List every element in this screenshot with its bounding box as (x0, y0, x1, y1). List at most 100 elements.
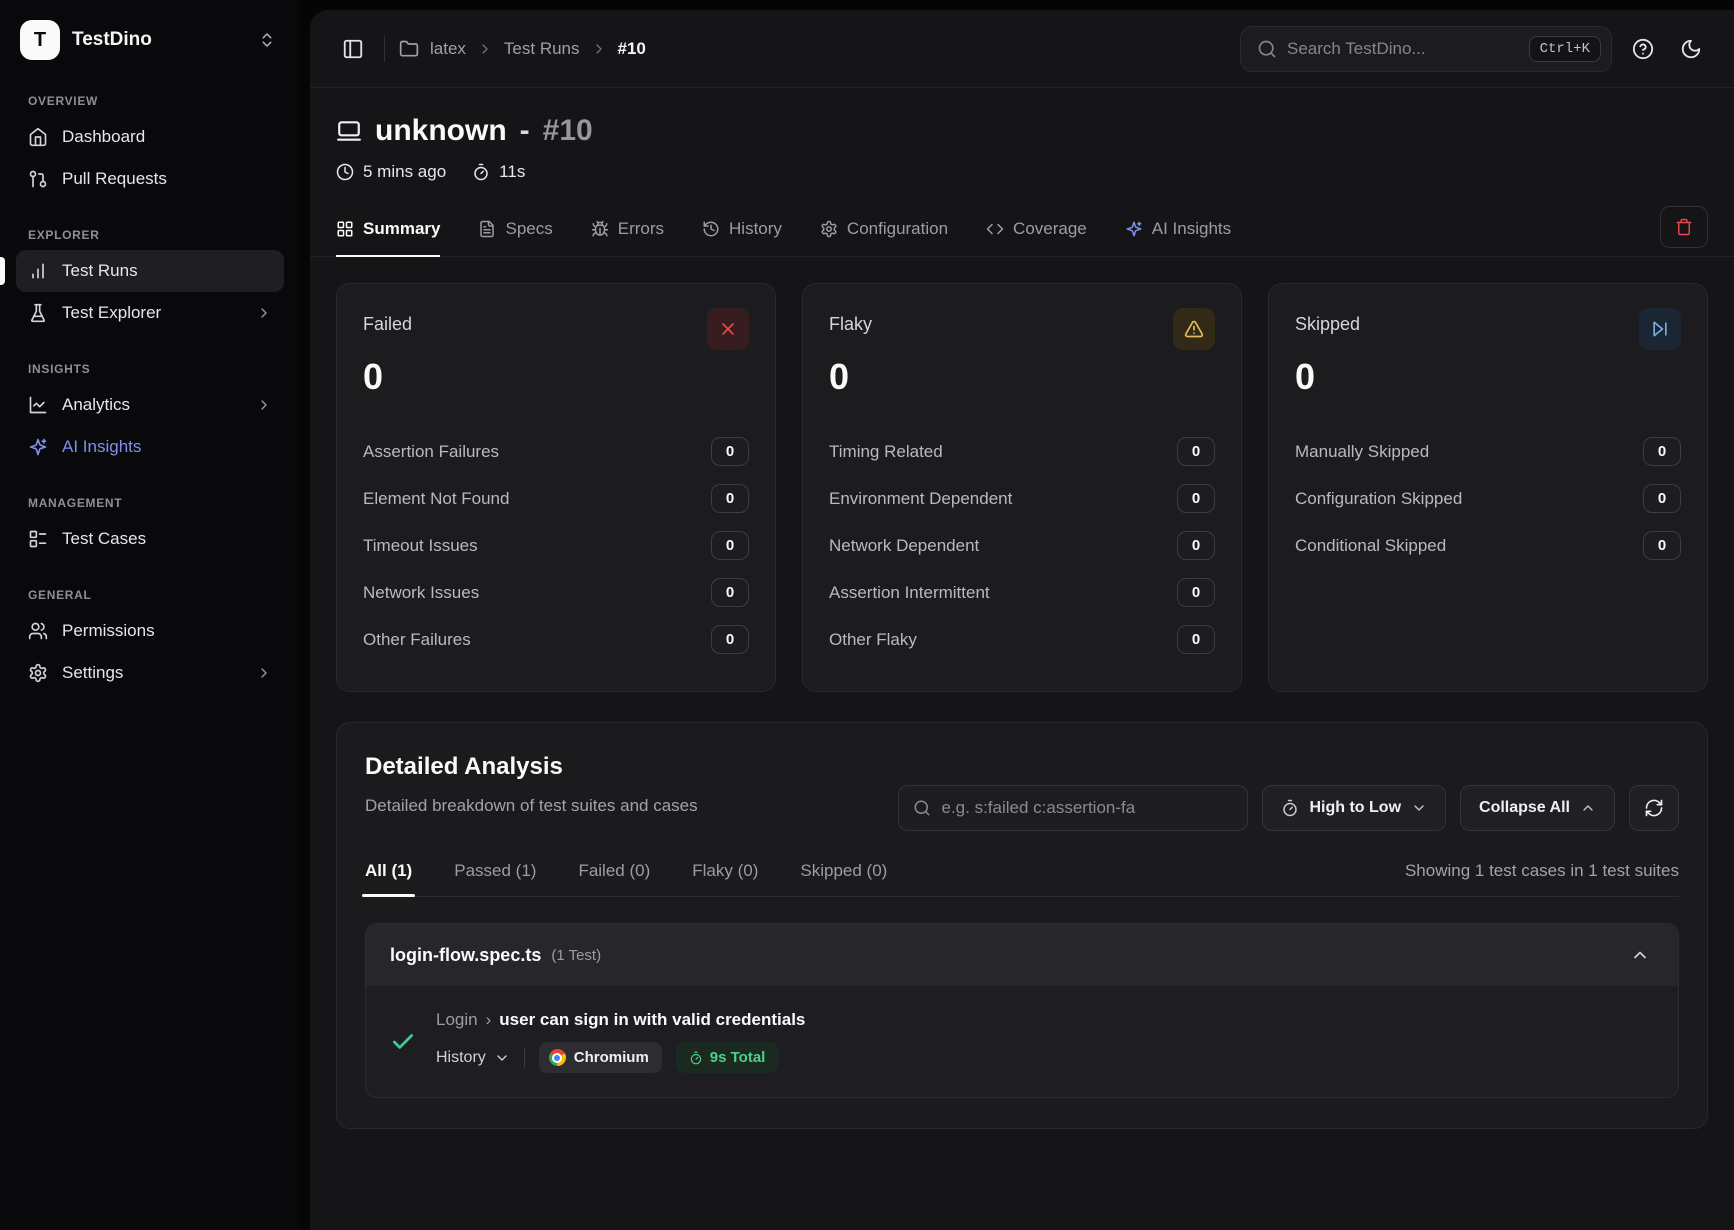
test-row[interactable]: Login › user can sign in with valid cred… (366, 986, 1678, 1097)
stat-row: Configuration Skipped0 (1295, 475, 1681, 522)
stat-row-label: Conditional Skipped (1295, 536, 1446, 556)
sidebar-item-dashboard[interactable]: Dashboard (16, 116, 284, 158)
test-separator: › (486, 1010, 492, 1030)
run-title: unknown - #10 (336, 114, 1708, 148)
sidebar-item-label: Dashboard (62, 127, 145, 147)
breadcrumb-project[interactable]: latex (430, 39, 466, 59)
filter-tab-passed[interactable]: Passed (1) (454, 861, 536, 896)
main-panel: latex Test Runs #10 Ctrl+K unknown (310, 10, 1734, 1230)
sidebar-item-settings[interactable]: Settings (16, 652, 284, 694)
run-tabs: Summary Specs Errors History Configurati… (310, 206, 1734, 257)
moon-icon (1680, 38, 1702, 60)
test-filter-search[interactable] (898, 785, 1248, 831)
sparkles-icon (1125, 220, 1143, 238)
chevron-up-icon (1630, 945, 1650, 965)
workspace-switcher[interactable]: T TestDino (16, 14, 284, 66)
sidebar-item-label: Test Explorer (62, 303, 161, 323)
tab-label: Errors (618, 219, 664, 239)
tab-history[interactable]: History (702, 219, 782, 257)
flaky-icon-box (1173, 308, 1215, 350)
chevrons-up-down-icon (258, 31, 276, 49)
filter-tab-failed[interactable]: Failed (0) (578, 861, 650, 896)
gear-icon (820, 220, 838, 238)
tab-label: Coverage (1013, 219, 1087, 239)
sidebar-item-label: Settings (62, 663, 123, 683)
tab-specs[interactable]: Specs (478, 219, 552, 257)
failed-icon-box (707, 308, 749, 350)
history-dropdown[interactable]: History (436, 1049, 510, 1067)
test-name: user can sign in with valid credentials (499, 1010, 805, 1030)
stat-row-label: Element Not Found (363, 489, 509, 509)
sort-order-label: High to Low (1309, 799, 1401, 817)
tab-errors[interactable]: Errors (591, 219, 664, 257)
stat-row-label: Environment Dependent (829, 489, 1012, 509)
global-search[interactable]: Ctrl+K (1240, 26, 1612, 72)
sidebar-item-test-explorer[interactable]: Test Explorer (16, 292, 284, 334)
stat-count: 0 (363, 356, 749, 398)
stat-row-label: Assertion Intermittent (829, 583, 990, 603)
run-name: unknown (375, 114, 507, 148)
detailed-analysis-heading: Detailed Analysis Detailed breakdown of … (365, 753, 698, 831)
tab-ai-insights[interactable]: AI Insights (1125, 219, 1231, 257)
stat-row: Environment Dependent0 (829, 475, 1215, 522)
stat-row-label: Timeout Issues (363, 536, 478, 556)
stat-row: Network Dependent0 (829, 522, 1215, 569)
stat-row: Assertion Failures0 (363, 428, 749, 475)
sidebar-item-permissions[interactable]: Permissions (16, 610, 284, 652)
result-filter-tabs: All (1) Passed (1) Failed (0) Flaky (0) … (365, 861, 887, 896)
sidebar-item-pull-requests[interactable]: Pull Requests (16, 158, 284, 200)
collapse-all-button[interactable]: Collapse All (1460, 785, 1615, 831)
tab-configuration[interactable]: Configuration (820, 219, 948, 257)
chevron-right-icon (256, 665, 272, 681)
sidebar-section-general: GENERAL (16, 588, 284, 602)
sidebar-toggle-button[interactable] (336, 32, 370, 66)
test-meta: History Chromium 9s Total (436, 1042, 805, 1073)
trash-icon (1675, 218, 1693, 236)
suite-header[interactable]: login-flow.spec.ts (1 Test) (366, 924, 1678, 986)
delete-run-button[interactable] (1660, 206, 1708, 248)
global-search-input[interactable] (1287, 39, 1519, 59)
stat-card-title: Flaky (829, 308, 872, 335)
chevron-up-icon (1580, 800, 1596, 816)
run-title-separator: - (520, 114, 530, 148)
duration-badge: 9s Total (676, 1042, 779, 1073)
stat-row-value: 0 (711, 531, 749, 560)
filter-tab-skipped[interactable]: Skipped (0) (800, 861, 887, 896)
theme-toggle-button[interactable] (1674, 32, 1708, 66)
test-group: Login (436, 1010, 478, 1030)
sidebar-item-analytics[interactable]: Analytics (16, 384, 284, 426)
grid-icon (336, 220, 354, 238)
sidebar-item-test-cases[interactable]: Test Cases (16, 518, 284, 560)
duration-label: 9s Total (710, 1049, 766, 1066)
filter-tab-flaky[interactable]: Flaky (0) (692, 861, 758, 896)
active-indicator (0, 257, 5, 285)
breadcrumb-section[interactable]: Test Runs (504, 39, 580, 59)
chevron-right-icon (591, 41, 607, 57)
sidebar-item-test-runs[interactable]: Test Runs (16, 250, 284, 292)
suite-card: login-flow.spec.ts (1 Test) Login › user… (365, 923, 1679, 1098)
warning-triangle-icon (1184, 319, 1204, 339)
bar-chart-icon (28, 261, 48, 281)
test-filter-input[interactable] (941, 798, 1233, 818)
sort-order-button[interactable]: High to Low (1262, 785, 1446, 831)
filter-tab-all[interactable]: All (1) (365, 861, 412, 896)
sidebar-item-ai-insights[interactable]: AI Insights (16, 426, 284, 468)
help-button[interactable] (1626, 32, 1660, 66)
refresh-button[interactable] (1629, 785, 1679, 831)
tab-coverage[interactable]: Coverage (986, 219, 1087, 257)
chromium-icon (549, 1049, 566, 1066)
stat-row-value: 0 (1643, 531, 1681, 560)
stat-row-label: Other Flaky (829, 630, 917, 650)
stat-row-label: Other Failures (363, 630, 471, 650)
line-chart-icon (28, 395, 48, 415)
stat-row: Conditional Skipped 0 (1295, 522, 1681, 569)
workspace-switcher-button[interactable] (254, 27, 280, 53)
tab-summary[interactable]: Summary (336, 219, 440, 257)
search-shortcut-kbd: Ctrl+K (1529, 36, 1601, 62)
timer-icon (1281, 799, 1299, 817)
suite-collapse-button[interactable] (1626, 941, 1654, 969)
sidebar-item-label: Permissions (62, 621, 155, 641)
test-details: Login › user can sign in with valid cred… (436, 1010, 805, 1073)
git-pull-request-icon (28, 169, 48, 189)
browser-badge[interactable]: Chromium (539, 1042, 662, 1073)
